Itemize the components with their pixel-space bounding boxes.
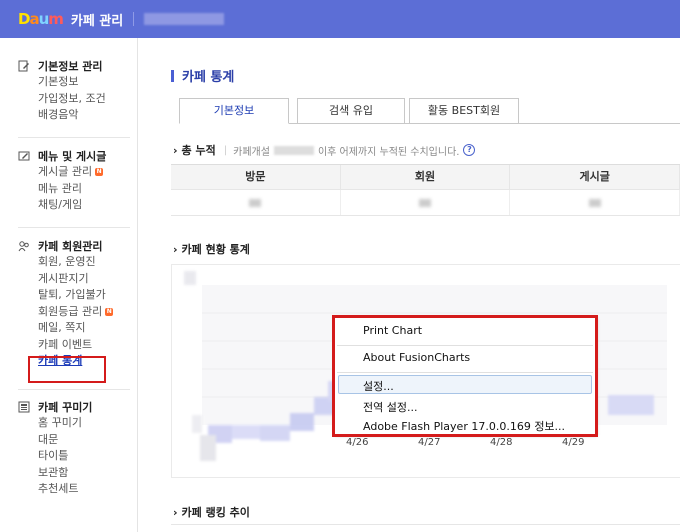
table-row — [171, 190, 680, 216]
new-badge: N — [95, 168, 104, 177]
total-stats-table: 방문 회원 게시글 — [171, 164, 680, 216]
ranking-chart-top — [171, 524, 680, 532]
sidebar-divider — [18, 389, 130, 390]
sidebar-divider — [18, 137, 130, 138]
sidebar-group-title: 메뉴 및 게시글 — [38, 150, 107, 163]
cafe-name-redacted — [144, 13, 225, 25]
sidebar-item-withdraw-ban[interactable]: 탈퇴, 가입불가 — [38, 287, 113, 304]
highlight-box-menu — [332, 315, 598, 437]
section-status: › 카페 현황 통계 — [173, 241, 250, 257]
sidebar-item-title[interactable]: 타이틀 — [38, 448, 92, 465]
sidebar-item-basic-info[interactable]: 기본정보 — [38, 74, 106, 91]
section-ranking: › 카페 랭킹 추이 — [173, 504, 250, 520]
sidebar-item-post-manage[interactable]: 게시글 관리 N — [38, 164, 106, 181]
desc-prefix: 카페개설 — [233, 146, 270, 158]
header-title[interactable]: 카페 관리 — [71, 10, 123, 29]
cell-members — [341, 190, 511, 215]
chevron-right-icon: › — [173, 143, 178, 157]
redacted-date — [273, 145, 314, 155]
section-total-desc: | 카페개설 이후 어제까지 누적된 수치입니다. ? — [224, 143, 476, 158]
tab-search-inflow[interactable]: 검색 유입 — [297, 98, 405, 124]
sidebar-item-home-decorate[interactable]: 홈 꾸미기 — [38, 415, 92, 432]
sidebar-item-members-staff[interactable]: 회원, 운영진 — [38, 254, 113, 271]
board-icon — [18, 150, 30, 162]
sidebar-item-bgm[interactable]: 배경음악 — [38, 107, 106, 124]
sidebar-group-head[interactable]: 메뉴 및 게시글 — [18, 148, 106, 164]
header-divider — [133, 12, 135, 26]
sidebar-group-title: 기본정보 관리 — [38, 60, 103, 73]
sidebar-group-head[interactable]: 카페 꾸미기 — [18, 399, 92, 415]
x-tick-label: 4/28 — [490, 437, 513, 448]
decorate-icon — [18, 401, 30, 413]
sidebar-item-storage[interactable]: 보관함 — [38, 465, 92, 482]
sidebar: 기본정보 관리 기본정보 가입정보, 조건 배경음악 메뉴 및 게시글 게시글 … — [0, 38, 138, 532]
tab-best-members[interactable]: 활동 BEST회원 — [409, 98, 519, 124]
sidebar-item-member-level[interactable]: 회원등급 관리 N — [38, 304, 114, 321]
sidebar-item-recommend-set[interactable]: 추천세트 — [38, 481, 92, 498]
x-tick-label: 4/26 — [346, 437, 369, 448]
sidebar-item-join-info[interactable]: 가입정보, 조건 — [38, 91, 106, 108]
sidebar-item-gate[interactable]: 대문 — [38, 432, 92, 449]
section-ranking-title: 카페 랭킹 추이 — [181, 506, 250, 519]
top-header: Daum 카페 관리 — [0, 0, 680, 38]
cell-posts — [510, 190, 680, 215]
section-status-title: 카페 현황 통계 — [181, 243, 250, 256]
x-tick-label: 4/27 — [418, 437, 441, 448]
column-header-members: 회원 — [341, 165, 511, 189]
sidebar-item-board-keeper[interactable]: 게시판지기 — [38, 271, 113, 288]
sidebar-group-title: 카페 꾸미기 — [38, 401, 93, 414]
section-total: › 총 누적 | 카페개설 이후 어제까지 누적된 수치입니다. ? — [173, 142, 476, 158]
column-header-visits: 방문 — [171, 165, 341, 189]
section-total-title: 총 누적 — [181, 144, 216, 157]
sidebar-item-cafe-event[interactable]: 카페 이벤트 — [38, 337, 113, 354]
tab-bar: 기본정보 검색 유입 활동 BEST회원 — [179, 98, 680, 124]
chevron-right-icon: › — [173, 242, 178, 256]
table-header-row: 방문 회원 게시글 — [171, 164, 680, 190]
sidebar-item-mail-note[interactable]: 메일, 쪽지 — [38, 320, 113, 337]
page-title-text: 카페 통계 — [182, 70, 235, 85]
title-bar-marker — [171, 69, 174, 82]
x-tick-label: 4/29 — [562, 437, 585, 448]
sidebar-group-menu-board: 메뉴 및 게시글 게시글 관리 N 메뉴 관리 채팅/게임 — [18, 148, 106, 214]
chevron-right-icon: › — [173, 505, 178, 519]
sidebar-group-title: 카페 회원관리 — [38, 240, 103, 253]
tab-basic-info[interactable]: 기본정보 — [179, 98, 289, 124]
sidebar-group-head[interactable]: 카페 회원관리 — [18, 238, 113, 254]
sidebar-group-members: 카페 회원관리 회원, 운영진 게시판지기 탈퇴, 가입불가 회원등급 관리 N … — [18, 238, 114, 370]
highlight-box-sidebar — [28, 356, 106, 383]
column-header-posts: 게시글 — [510, 165, 680, 189]
desc-suffix: 이후 어제까지 누적된 수치입니다. — [317, 146, 460, 158]
page-title: 카페 통계 — [171, 66, 234, 85]
sidebar-group-basic-info: 기본정보 관리 기본정보 가입정보, 조건 배경음악 — [18, 58, 106, 124]
sidebar-group-decorate: 카페 꾸미기 홈 꾸미기 대문 타이틀 보관함 추천세트 — [18, 399, 92, 498]
sidebar-divider — [18, 227, 130, 228]
sidebar-group-head[interactable]: 기본정보 관리 — [18, 58, 106, 74]
sidebar-item-menu-manage[interactable]: 메뉴 관리 — [38, 181, 106, 198]
new-badge: N — [105, 307, 114, 316]
daum-logo[interactable]: Daum — [18, 0, 64, 38]
help-icon[interactable]: ? — [463, 144, 476, 156]
members-icon — [18, 240, 30, 252]
edit-icon — [18, 60, 30, 72]
cell-visits — [171, 190, 341, 215]
sidebar-item-chat-game[interactable]: 채팅/게임 — [38, 197, 106, 214]
